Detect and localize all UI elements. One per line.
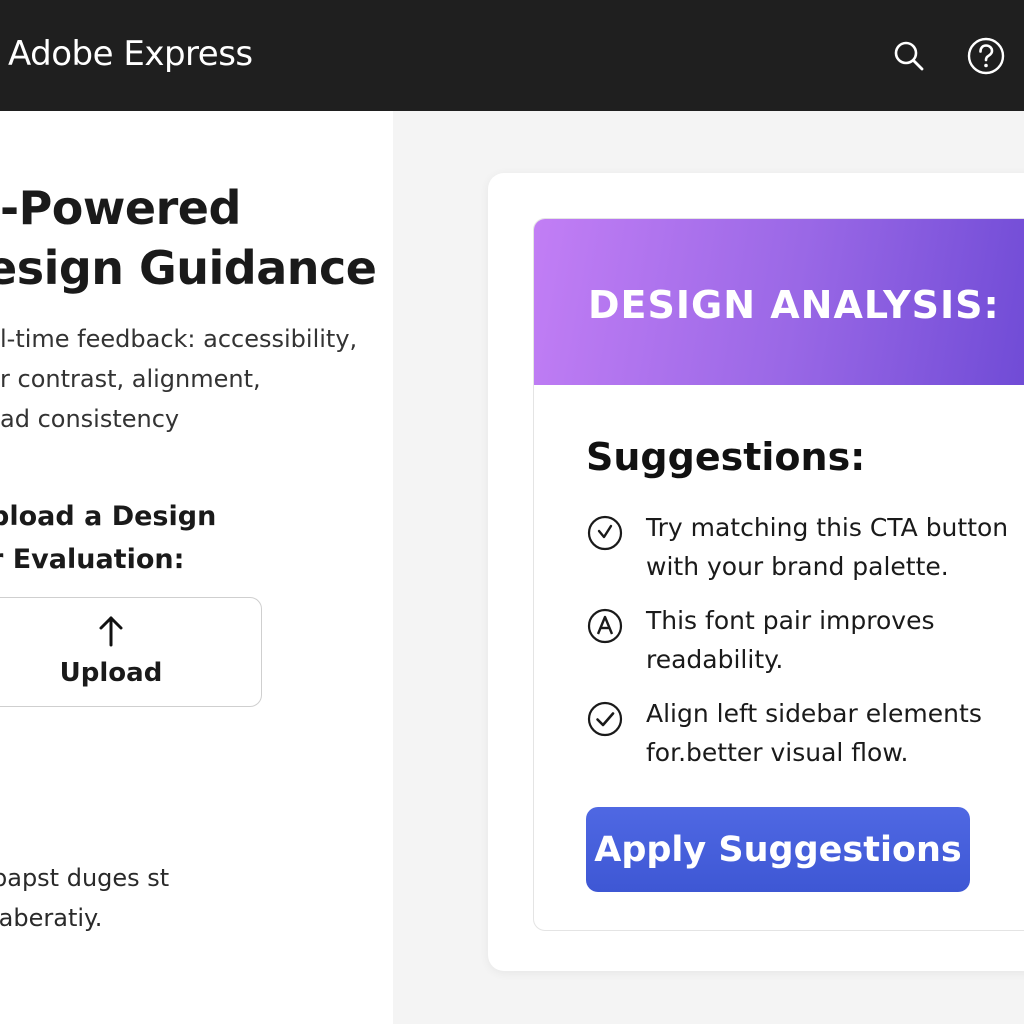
suggestion-text: Align left sidebar elements for.better v… bbox=[646, 694, 982, 772]
description-line-1: l-time feedback: accessibility, bbox=[0, 325, 358, 353]
suggestion-line-2: with your brand palette. bbox=[646, 552, 949, 581]
upload-button-label: Upload bbox=[59, 658, 163, 688]
footer-text-line-1: papst duges st bbox=[0, 864, 170, 892]
suggestion-line-1: Align left sidebar elements bbox=[646, 699, 982, 728]
upload-button[interactable]: Upload bbox=[0, 597, 262, 707]
left-panel: -Powered esign Guidance l-time feedback:… bbox=[0, 111, 393, 1024]
upload-prompt-line-1: pload a Design bbox=[0, 501, 217, 532]
app-title: Adobe Express bbox=[8, 34, 253, 74]
search-button[interactable] bbox=[889, 36, 929, 76]
suggestions-heading: Suggestions: bbox=[586, 435, 866, 479]
suggestion-text: This font pair improves readability. bbox=[646, 601, 934, 679]
suggestion-line-1: This font pair improves bbox=[646, 606, 935, 635]
analysis-header: DESIGN ANALYSIS: bbox=[534, 219, 1024, 385]
suggestion-line-2: readability. bbox=[646, 645, 784, 674]
top-bar: Adobe Express bbox=[0, 0, 1024, 111]
suggestion-line-2: for.better visual flow. bbox=[646, 738, 909, 767]
help-icon bbox=[967, 37, 1005, 75]
check-circle-icon bbox=[587, 701, 623, 737]
description-line-2: r contrast, alignment, bbox=[0, 365, 261, 393]
footer-text-line-2: laberatiy. bbox=[0, 904, 103, 932]
search-icon bbox=[894, 41, 924, 71]
clock-check-icon bbox=[587, 515, 623, 551]
analysis-card: DESIGN ANALYSIS: Suggestions: Try matchi… bbox=[533, 218, 1024, 931]
font-a-icon bbox=[587, 608, 623, 644]
analysis-title: DESIGN ANALYSIS: bbox=[588, 283, 1000, 327]
apply-suggestions-button[interactable]: Apply Suggestions bbox=[586, 807, 970, 892]
upload-arrow-icon bbox=[99, 616, 123, 647]
analysis-card-container: DESIGN ANALYSIS: Suggestions: Try matchi… bbox=[488, 173, 1024, 971]
suggestion-line-1: Try matching this CTA button bbox=[646, 513, 1009, 542]
help-button[interactable] bbox=[966, 36, 1006, 76]
suggestion-text: Try matching this CTA button with your b… bbox=[646, 508, 1008, 586]
upload-prompt-line-2: r Evaluation: bbox=[0, 544, 185, 575]
hero-title-line-2: esign Guidance bbox=[0, 241, 377, 295]
hero-title-line-1: -Powered bbox=[0, 181, 241, 235]
description-line-3: ad consistency bbox=[0, 405, 180, 433]
